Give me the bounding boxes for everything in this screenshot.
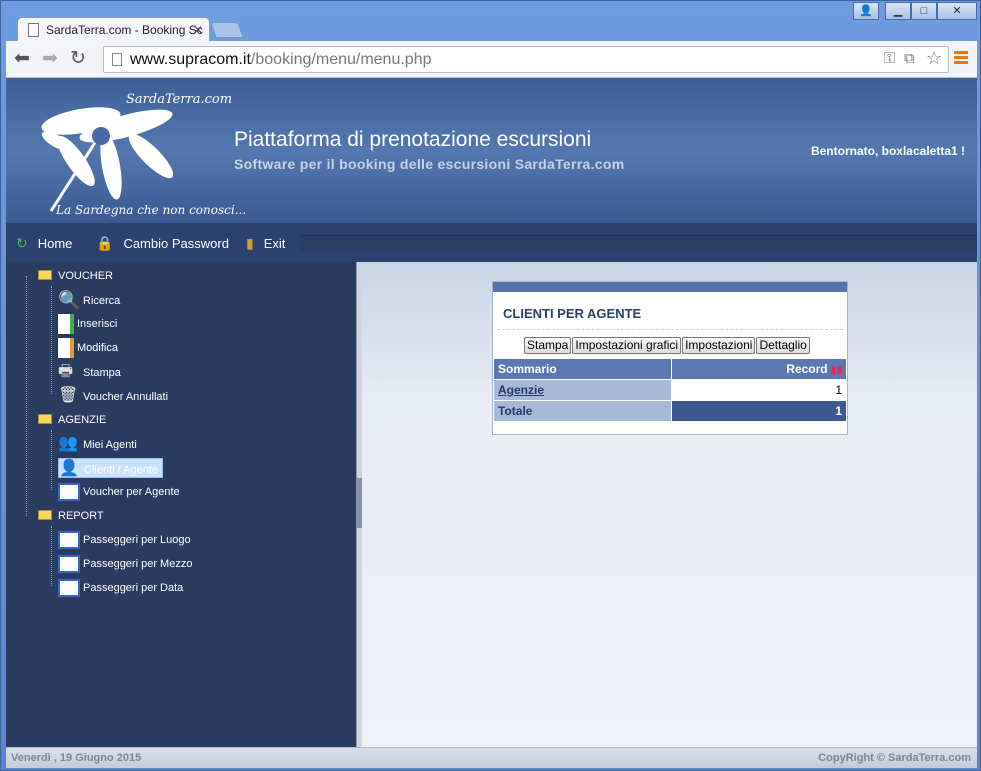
divider — [497, 329, 843, 330]
total-label: Totale — [493, 400, 672, 422]
main-area: CLIENTI PER AGENTE Stampa Impostazioni gr… — [362, 262, 977, 747]
url-text[interactable]: www.supracom.it/booking/menu/menu.php — [130, 51, 432, 69]
footer-date: Venerdì , 19 Giugno 2015 — [11, 752, 142, 764]
browser-window: SardaTerra.com - Booking Sc ✕ 👤 ▁ □ ✕ ⬅ … — [0, 0, 981, 771]
tab-title: SardaTerra.com - Booking Sc — [46, 23, 203, 37]
report-panel: CLIENTI PER AGENTE Stampa Impostazioni gr… — [492, 281, 848, 435]
tree-item-inserisci[interactable]: Inserisci — [58, 314, 117, 335]
forward-icon[interactable]: ➡ — [42, 49, 58, 69]
page-icon — [112, 53, 122, 66]
edit-document-icon — [58, 338, 74, 359]
star-icon[interactable]: ☆ — [926, 48, 942, 69]
folder-icon — [38, 414, 52, 424]
footer-copyright: CopyRight © SardaTerra.com — [818, 752, 971, 764]
tree-folder-voucher[interactable]: VOUCHER — [38, 266, 113, 286]
lock-icon: 🔒 — [96, 235, 114, 251]
detail-button[interactable]: Dettaglio — [756, 336, 810, 354]
list-icon — [58, 531, 80, 550]
list-icon — [58, 579, 80, 598]
sidebar: VOUCHER 🔍 Ricerca Inserisci Modifica 🖶 Sta… — [6, 262, 356, 747]
tree-item-clienti-agente[interactable]: 👤 Clienti / Agente — [58, 458, 163, 478]
maximize-button[interactable]: □ — [911, 2, 937, 20]
page-footer: Venerdì , 19 Giugno 2015 CopyRight © Sar… — [6, 747, 977, 768]
tree-item-miei-agenti[interactable]: 👥 Miei Agenti — [58, 434, 137, 454]
report-title: CLIENTI PER AGENTE — [503, 306, 642, 321]
minimize-button[interactable]: ▁ — [885, 2, 911, 20]
chart-icon[interactable]: ▮▮ — [831, 365, 842, 376]
print-button[interactable]: Stampa — [524, 336, 572, 354]
close-window-button[interactable]: ✕ — [937, 2, 977, 20]
navbar-strip — [300, 235, 977, 251]
agenzie-link[interactable]: Agenzie — [498, 383, 544, 397]
browser-toolbar: ⬅ ➡ ↻ www.supracom.it/booking/menu/menu.… — [6, 41, 977, 78]
panel-top-bar — [493, 282, 847, 292]
list-icon — [58, 555, 80, 574]
chrome-menu-icon[interactable] — [954, 51, 968, 67]
close-tab-icon[interactable]: ✕ — [193, 23, 203, 37]
reload-icon[interactable]: ↻ — [70, 49, 86, 69]
menu-tree: VOUCHER 🔍 Ricerca Inserisci Modifica 🖶 Sta… — [6, 262, 356, 747]
add-document-icon — [58, 314, 74, 335]
tree-item-passeggeri-mezzo[interactable]: Passeggeri per Mezzo — [58, 554, 192, 574]
tree-folder-agenzie[interactable]: AGENZIE — [38, 410, 106, 430]
total-value: 1 — [671, 400, 847, 422]
report-table: Sommario Record ▮▮ Agenzie 1 Totale 1 — [493, 358, 847, 422]
door-icon: ▮ — [246, 235, 254, 251]
column-header-summary[interactable]: Sommario — [493, 358, 672, 380]
translate-icon[interactable]: ⧉ — [904, 50, 915, 67]
top-navbar: ↻ Home 🔒 Cambio Password ▮ Exit — [6, 223, 977, 262]
brand-tagline: La Sardegna che non conosci... — [56, 203, 247, 217]
tree-folder-report[interactable]: REPORT — [38, 506, 104, 526]
nav-exit[interactable]: ▮ Exit — [246, 235, 285, 252]
brand-name: SardaTerra.com — [126, 92, 233, 107]
client-agent-icon: 👤 — [59, 460, 79, 477]
magnifier-icon: 🔍 — [58, 290, 81, 310]
nav-home[interactable]: ↻ Home — [16, 235, 72, 252]
key-icon[interactable]: ⚿ — [884, 50, 895, 67]
page-icon — [28, 23, 39, 37]
trash-icon: 🗑 — [58, 387, 79, 404]
table-total-row: Totale 1 — [493, 400, 847, 422]
new-tab-button[interactable] — [210, 22, 244, 38]
site-header: SardaTerra.com La Sardegna che non conos… — [6, 78, 977, 223]
settings-button[interactable]: Impostazioni — [682, 336, 756, 354]
printer-icon: 🖶 — [58, 363, 74, 380]
nav-change-password[interactable]: 🔒 Cambio Password — [96, 235, 229, 252]
tree-item-voucher-annullati[interactable]: 🗑 Voucher Annullati — [58, 386, 168, 406]
page-subtitle: Software per il booking delle escursioni… — [234, 156, 625, 172]
row-label: Agenzie — [493, 379, 672, 401]
user-icon[interactable]: 👤 — [853, 2, 879, 20]
page-title: Piattaforma di prenotazione escursioni — [234, 128, 592, 151]
chart-settings-button[interactable]: Impostazioni grafici — [572, 336, 682, 354]
users-icon: 👥 — [58, 435, 78, 452]
back-icon[interactable]: ⬅ — [14, 49, 30, 69]
tree-item-modifica[interactable]: Modifica — [58, 338, 118, 359]
table-row: Agenzie 1 — [493, 379, 847, 401]
column-header-record[interactable]: Record ▮▮ — [671, 358, 847, 380]
tree-item-ricerca[interactable]: 🔍 Ricerca — [58, 290, 120, 310]
browser-tab[interactable]: SardaTerra.com - Booking Sc ✕ — [17, 17, 210, 43]
row-value: 1 — [671, 379, 847, 401]
welcome-message: Bentornato, boxlacaletta1 ! — [810, 144, 965, 158]
report-button-row: Stampa Impostazioni grafici Impostazioni De… — [524, 336, 811, 354]
tree-item-passeggeri-data[interactable]: Passeggeri per Data — [58, 578, 183, 598]
folder-icon — [38, 510, 52, 520]
address-bar[interactable]: www.supracom.it/booking/menu/menu.php ⚿ … — [103, 46, 949, 73]
folder-icon — [38, 270, 52, 280]
tree-item-voucher-per-agente[interactable]: Voucher per Agente — [58, 482, 180, 502]
tab-strip: SardaTerra.com - Booking Sc ✕ 👤 ▁ □ ✕ — [1, 1, 981, 43]
page-content: SardaTerra.com La Sardegna che non conos… — [6, 78, 977, 768]
refresh-icon: ↻ — [16, 235, 28, 251]
tree-item-passeggeri-luogo[interactable]: Passeggeri per Luogo — [58, 530, 191, 550]
table-header-row: Sommario Record ▮▮ — [493, 358, 847, 380]
list-icon — [58, 483, 80, 502]
tree-item-stampa[interactable]: 🖶 Stampa — [58, 362, 121, 382]
